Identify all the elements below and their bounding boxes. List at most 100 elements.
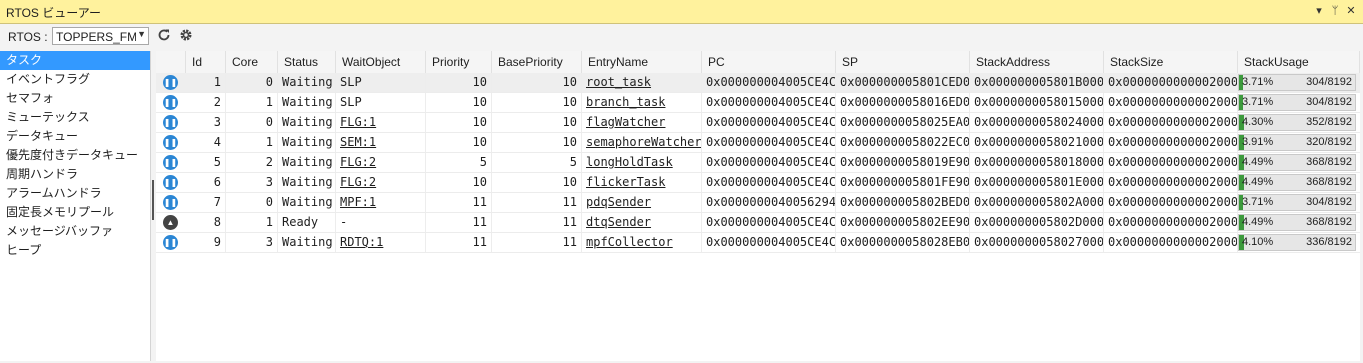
cell-pc: 0x000000004005CE4C [702,153,836,172]
cell-entry[interactable]: flagWatcher [582,113,702,132]
stack-usage-bar: 4.49% 368/8192 [1238,174,1356,191]
cell-core: 0 [226,113,278,132]
cell-addr: 0x0000000058018000 [970,153,1104,172]
window-menu-button[interactable]: ▾ [1311,3,1327,19]
cell-base: 10 [492,113,582,132]
window-title: RTOS ビューアー [6,6,102,20]
category-item[interactable]: タスク [0,51,150,70]
column-header[interactable]: StackUsage [1238,51,1360,73]
cell-prio: 10 [426,93,492,112]
cell-core: 3 [226,173,278,192]
cell-core: 3 [226,233,278,252]
column-header[interactable]: Core [226,51,278,73]
stack-usage-percent: 3.91% [1242,136,1274,148]
cell-entry[interactable]: branch_task [582,93,702,112]
table-row[interactable]: ❚❚ 6 3 Waiting FLG:2 10 10 flickerTask 0x0000000… [156,173,1360,193]
rtos-select[interactable]: TOPPERS_FMP3 ▼ [52,27,149,45]
table-row[interactable]: ❚❚ 7 0 Waiting MPF:1 11 11 pdqSender 0x000000004… [156,193,1360,213]
splitter-handle[interactable] [152,180,154,220]
pin-button[interactable]: ᛘ [1327,3,1343,19]
cell-entry[interactable]: root_task [582,73,702,92]
cell-base: 10 [492,93,582,112]
waiting-status-icon: ❚❚ [163,195,178,210]
table-row[interactable]: ❚❚ 5 2 Waiting FLG:2 5 5 longHoldTask 0x00000000… [156,153,1360,173]
cell-core: 0 [226,193,278,212]
category-item[interactable]: アラームハンドラ [0,184,150,203]
cell-sp: 0x000000005801FE90 [836,173,970,192]
cell-wait[interactable]: FLG:1 [336,113,426,132]
cell-base: 11 [492,213,582,232]
cell-prio: 10 [426,173,492,192]
cell-id: 4 [186,133,226,152]
column-header[interactable]: BasePriority [492,51,582,73]
cell-wait[interactable]: RDTQ:1 [336,233,426,252]
table-row[interactable]: ❚❚ 2 1 Waiting SLP 10 10 branch_task 0x000000004… [156,93,1360,113]
cell-wait[interactable]: SEM:1 [336,133,426,152]
cell-status: Waiting [278,153,336,172]
category-item[interactable]: イベントフラグ [0,70,150,89]
column-header[interactable]: Status [278,51,336,73]
cell-pc: 0x0000000040056294 [702,193,836,212]
stack-usage-value: 368/8192 [1306,176,1352,188]
column-header-status-icon[interactable] [156,51,186,73]
stack-usage-value: 368/8192 [1306,216,1352,228]
table-row[interactable]: ❚❚ 1 0 Waiting SLP 10 10 root_task 0x00000000400… [156,73,1360,93]
category-item[interactable]: ミューテックス [0,108,150,127]
cell-size: 0x0000000000002000 [1104,73,1238,92]
table-row[interactable]: ❚❚ 3 0 Waiting FLG:1 10 10 flagWatcher 0x0000000… [156,113,1360,133]
table-header: Id Core Status WaitObject Priority BasePriori… [156,51,1360,74]
cell-sp: 0x0000000058025EA0 [836,113,970,132]
cell-sp: 0x0000000058019E90 [836,153,970,172]
table-row[interactable]: ❚❚ 4 1 Waiting SEM:1 10 10 semaphoreWatcher 0x00… [156,133,1360,153]
cell-core: 1 [226,213,278,232]
cell-entry[interactable]: longHoldTask [582,153,702,172]
column-header[interactable]: StackAddress [970,51,1104,73]
cell-wait[interactable]: MPF:1 [336,193,426,212]
ready-status-icon: ▲ [163,215,178,230]
cell-core: 1 [226,133,278,152]
cell-addr: 0x0000000058021000 [970,133,1104,152]
cell-prio: 5 [426,153,492,172]
stack-usage-bar: 4.10% 336/8192 [1238,234,1356,251]
column-header[interactable]: PC [702,51,836,73]
cell-entry[interactable]: semaphoreWatcher [582,133,702,152]
close-button[interactable]: ✕ [1343,3,1359,19]
table-row[interactable]: ❚❚ 9 3 Waiting RDTQ:1 11 11 mpfCollector 0x00000… [156,233,1360,253]
column-header[interactable]: WaitObject [336,51,426,73]
category-item[interactable]: 周期ハンドラ [0,165,150,184]
cell-sp: 0x0000000058022EC0 [836,133,970,152]
waiting-status-icon: ❚❚ [163,75,178,90]
column-header[interactable]: StackSize [1104,51,1238,73]
category-item[interactable]: データキュー [0,127,150,146]
cell-entry[interactable]: flickerTask [582,173,702,192]
category-item[interactable]: ヒープ [0,241,150,260]
cell-id: 1 [186,73,226,92]
content-area: タスク イベントフラグ セマフォ ミューテックス データキュー 優先度付きデータキュー 周期… [0,49,1363,363]
column-header[interactable]: Priority [426,51,492,73]
cell-entry[interactable]: mpfCollector [582,233,702,252]
gear-icon[interactable] [178,28,194,44]
table-row[interactable]: ▲ 8 1 Ready -11 11 dtqSender 0x000000004005CE4C… [156,213,1360,233]
toolbar: RTOS : TOPPERS_FMP3 ▼ [0,24,1363,49]
category-item[interactable]: セマフォ [0,89,150,108]
cell-pc: 0x000000004005CE4C [702,113,836,132]
title-bar: RTOS ビューアー ▾ ᛘ ✕ [0,0,1363,24]
cell-addr: 0x000000005801B000 [970,73,1104,92]
cell-wait[interactable]: FLG:2 [336,153,426,172]
column-header[interactable]: EntryName [582,51,702,73]
cell-entry[interactable]: dtqSender [582,213,702,232]
column-header[interactable]: SP [836,51,970,73]
cell-id: 7 [186,193,226,212]
cell-id: 9 [186,233,226,252]
waiting-status-icon: ❚❚ [163,115,178,130]
column-header[interactable]: Id [186,51,226,73]
category-item[interactable]: 固定長メモリプール [0,203,150,222]
stack-usage-bar: 3.71% 304/8192 [1238,94,1356,111]
refresh-icon[interactable] [156,28,172,44]
cell-size: 0x0000000000002000 [1104,113,1238,132]
cell-entry[interactable]: pdqSender [582,193,702,212]
cell-wait: - [336,213,426,232]
category-item[interactable]: 優先度付きデータキュー [0,146,150,165]
category-item[interactable]: メッセージバッファ [0,222,150,241]
cell-wait[interactable]: FLG:2 [336,173,426,192]
